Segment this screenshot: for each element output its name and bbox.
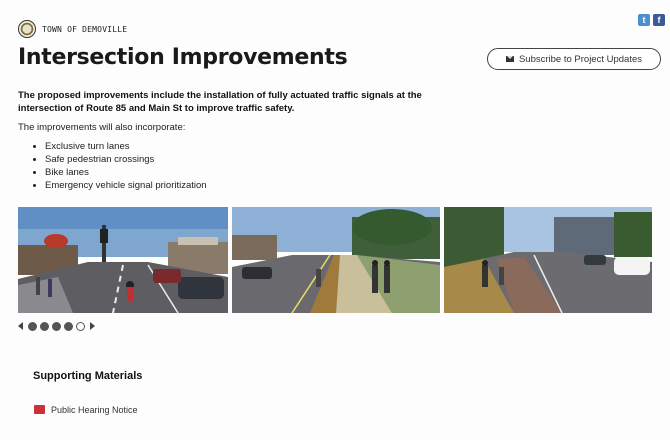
site-header: TOWN OF DEMOVILLE t f (0, 0, 670, 40)
carousel-prev-icon[interactable] (18, 322, 23, 330)
list-item: Safe pedestrian crossings (33, 153, 207, 166)
list-item: Exclusive turn lanes (33, 140, 207, 153)
town-name[interactable]: TOWN OF DEMOVILLE (42, 25, 127, 34)
page: TOWN OF DEMOVILLE t f Intersection Impro… (0, 0, 670, 440)
list-item: Emergency vehicle signal prioritization (33, 179, 207, 192)
supporting-materials-title: Supporting Materials (33, 370, 143, 382)
pdf-icon (34, 405, 45, 414)
incorporate-label: The improvements will also incorporate: (18, 122, 186, 133)
carousel-dot[interactable] (40, 321, 49, 331)
image-gallery (18, 207, 652, 313)
gallery-image-3[interactable] (444, 207, 652, 313)
facebook-icon[interactable]: f (653, 14, 665, 26)
subscribe-label: Subscribe to Project Updates (518, 53, 643, 65)
list-item: Bike lanes (33, 166, 207, 179)
subscribe-button[interactable]: Subscribe to Project Updates (487, 48, 661, 70)
carousel-dot[interactable] (64, 321, 73, 331)
carousel-nav (18, 320, 95, 332)
carousel-dot-active[interactable] (76, 321, 85, 331)
envelope-icon (505, 56, 514, 62)
feature-list: Exclusive turn lanes Safe pedestrian cro… (33, 140, 207, 192)
carousel-dot[interactable] (52, 321, 61, 331)
twitter-icon[interactable]: t (638, 14, 650, 26)
gallery-image-1[interactable] (18, 207, 228, 313)
carousel-dot[interactable] (28, 321, 37, 331)
page-title: Intersection Improvements (18, 45, 348, 70)
carousel-next-icon[interactable] (90, 322, 95, 330)
intro-text: The proposed improvements include the in… (18, 90, 422, 114)
public-hearing-notice-link[interactable]: Public Hearing Notice (51, 405, 138, 415)
town-seal-logo[interactable] (18, 20, 36, 38)
gallery-image-2[interactable] (232, 207, 440, 313)
